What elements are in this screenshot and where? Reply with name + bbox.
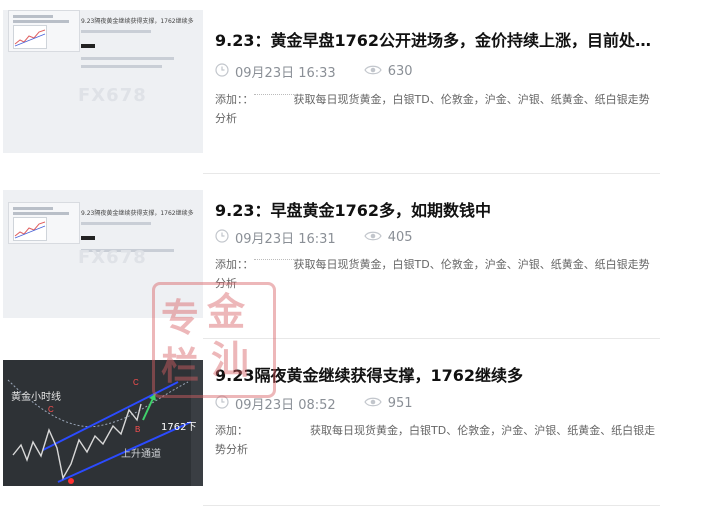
article-title[interactable]: 9.23：早盘黄金1762多，如期数钱中 — [215, 197, 660, 221]
article-item[interactable]: C C B 黄金小时线 1762下 上升通道 9.23隔夜黄金继续获得支撑，17… — [0, 332, 716, 498]
thumbnail-title: 9.23隔夜黄金继续获得支撑，1762继续多 — [81, 210, 194, 217]
svg-text:C: C — [48, 405, 54, 414]
thumbnail-text: 9.23隔夜黄金继续获得支撑，1762继续多 — [81, 16, 197, 68]
thumbnail-preview — [8, 202, 80, 244]
eye-icon — [363, 64, 382, 80]
article-meta: 09月23日 16:33 630 — [215, 62, 413, 81]
article-item[interactable]: 9.23隔夜黄金继续获得支撑，1762继续多 FX678 9.23：早盘黄金17… — [0, 166, 716, 332]
desc-prefix: 添加：： — [215, 93, 254, 106]
article-title[interactable]: 9.23隔夜黄金继续获得支撑，1762继续多 — [215, 362, 660, 386]
article-views: 630 — [387, 64, 413, 79]
article-views: 405 — [387, 230, 413, 245]
article-description: 添加：： 获取每日现货黄金，白银TD、伦敦金，沪金、沪银、纸黄金、纸白银走势分析 — [215, 255, 660, 293]
article-meta: 09月23日 16:31 405 — [215, 228, 413, 247]
article-description: 添加： 获取每日现货黄金，白银TD、伦敦金，沪金、沪银、纸黄金、纸白银走势分析 — [215, 421, 660, 459]
svg-text:B: B — [135, 425, 140, 434]
article-item[interactable]: 9.23隔夜黄金继续获得支撑，1762继续多 FX678 9.23：黄金早盘17… — [0, 0, 716, 166]
thumbnail-preview — [8, 10, 80, 52]
divider — [203, 505, 660, 506]
thumbnail-watermark: FX678 — [78, 85, 147, 106]
article-title[interactable]: 9.23：黄金早盘1762公开进场多，金价持续上涨，目前处于... — [215, 27, 660, 51]
article-date: 09月23日 16:33 — [235, 66, 336, 81]
desc-prefix: 添加：： — [215, 258, 254, 271]
thumbnail-text: 9.23隔夜黄金继续获得支撑，1762继续多 — [81, 208, 197, 252]
clock-icon — [215, 228, 229, 247]
watermark-stamp: 专 金 栏 汕 — [152, 282, 276, 398]
desc-prefix: 添加： — [215, 424, 248, 437]
article-thumbnail[interactable]: 9.23隔夜黄金继续获得支撑，1762继续多 FX678 — [3, 10, 203, 153]
clock-icon — [215, 62, 229, 81]
eye-icon — [363, 396, 382, 412]
svg-text:C: C — [133, 378, 139, 387]
article-date: 09月23日 16:31 — [235, 232, 336, 247]
article-description: 添加：： 获取每日现货黄金，白银TD、伦敦金，沪金、沪银、纸黄金、纸白银走势分析 — [215, 90, 660, 128]
chart-caption: 黄金小时线 — [11, 392, 61, 403]
article-views: 951 — [387, 396, 413, 411]
eye-icon — [363, 230, 382, 246]
chart-price-label: 1762下 — [161, 422, 197, 433]
chart-channel-label: 上升通道 — [121, 449, 161, 460]
thumbnail-watermark: FX678 — [78, 247, 147, 268]
thumbnail-title: 9.23隔夜黄金继续获得支撑，1762继续多 — [81, 18, 194, 25]
